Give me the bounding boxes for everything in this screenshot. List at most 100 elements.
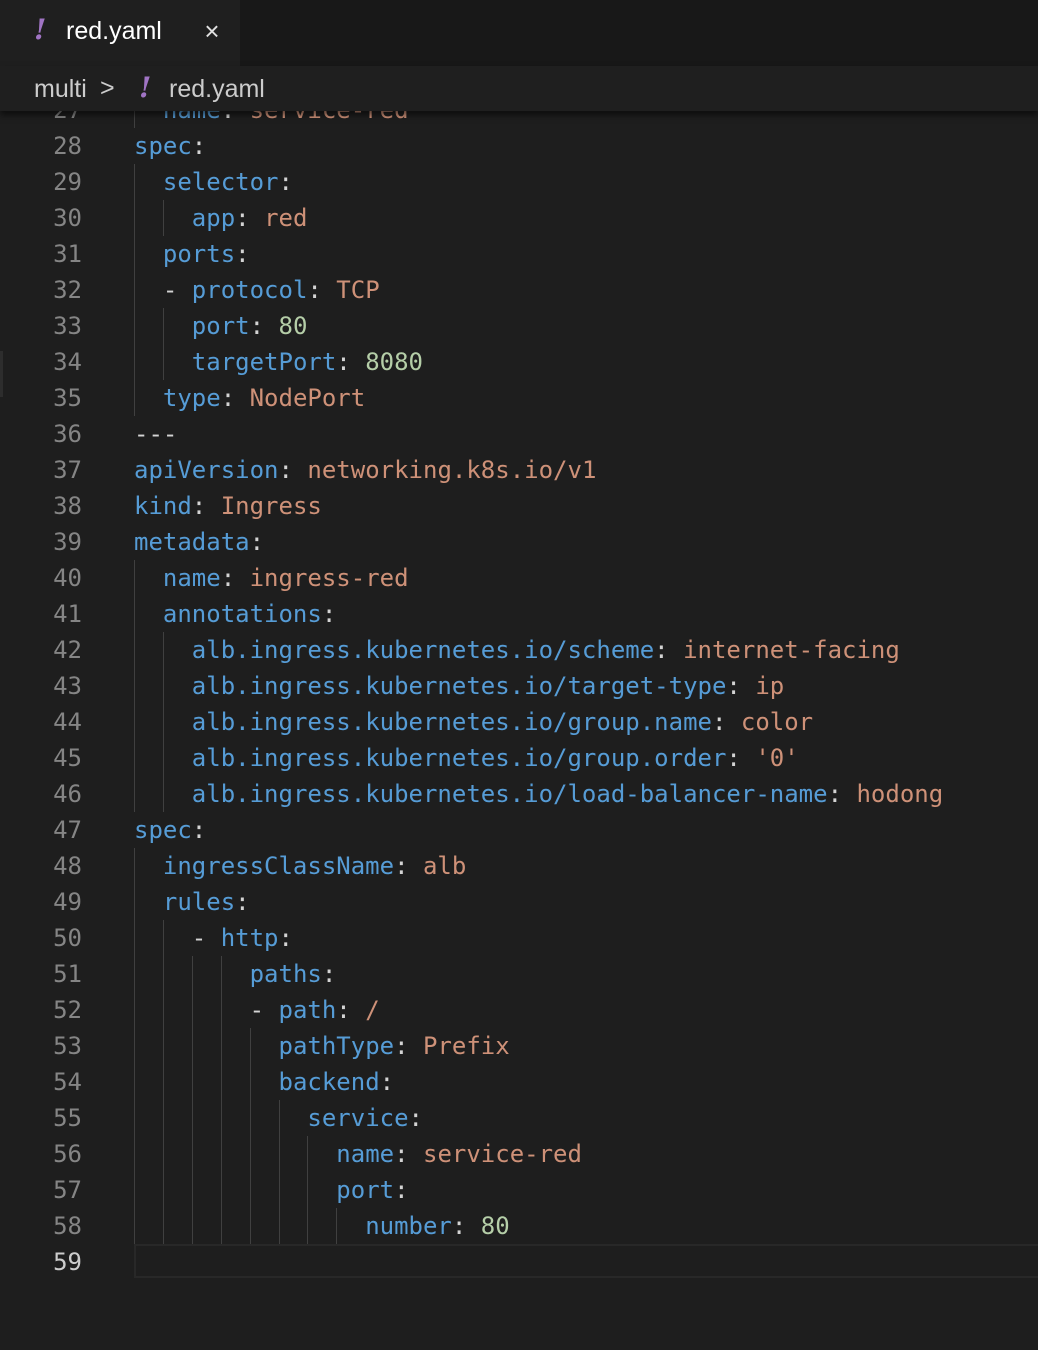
line-number: 44 [53, 708, 82, 736]
code-editor[interactable]: 27name: service-red28spec:29selector:30a… [0, 111, 1038, 1350]
code-line[interactable]: 52 - path: / [0, 992, 1038, 1028]
code-line[interactable]: 54 backend: [0, 1064, 1038, 1100]
token-key: name [336, 1140, 395, 1168]
code-line[interactable]: 42 alb.ingress.kubernetes.io/scheme: inte… [0, 632, 1038, 668]
code-line[interactable]: 40 name: ingress-red [0, 560, 1038, 596]
current-line-highlight [134, 1244, 1038, 1278]
indent-guide [134, 380, 135, 416]
line-number: 51 [53, 960, 82, 988]
yaml-file-icon: ! [34, 13, 47, 46]
indent-guide [134, 1172, 135, 1208]
indent-guide [249, 1064, 251, 1100]
line-number: 50 [53, 924, 82, 952]
breadcrumb-folder[interactable]: multi [34, 75, 87, 104]
code-line[interactable]: 51 paths: [0, 956, 1038, 992]
code-line[interactable]: 39 metadata: [0, 524, 1038, 560]
indent-guide [134, 668, 135, 704]
line-number: 27 [0, 111, 82, 128]
code-text: apiVersion: networking.k8s.io/v1 [134, 452, 596, 488]
token-punct: : [235, 888, 250, 916]
indent-guide [162, 776, 164, 812]
indent-guide [162, 956, 164, 992]
token-punct: : [278, 924, 293, 952]
code-line[interactable]: 38 kind: Ingress [0, 488, 1038, 524]
indent-guide [134, 740, 135, 776]
breadcrumb-file[interactable]: red.yaml [169, 75, 265, 104]
code-line[interactable]: 53 pathType: Prefix [0, 1028, 1038, 1064]
token-punct: : [278, 456, 308, 484]
code-line[interactable]: 31 ports: [0, 236, 1038, 272]
code-text: kind: Ingress [134, 488, 322, 524]
code-text: service: [307, 1100, 423, 1136]
indent-guide [307, 1172, 309, 1208]
code-line[interactable]: 34 targetPort: 8080 [0, 344, 1038, 380]
code-text: metadata: [134, 524, 264, 560]
code-line[interactable]: 28 spec: [0, 128, 1038, 164]
code-text: spec: [134, 128, 206, 164]
code-text: alb.ingress.kubernetes.io/scheme: intern… [192, 632, 900, 668]
code-text: app: red [192, 200, 308, 236]
code-line[interactable]: 29 selector: [0, 164, 1038, 200]
token-key: port [336, 1176, 395, 1204]
token-str: TCP [336, 276, 380, 304]
indent-guide [134, 632, 135, 668]
code-line[interactable]: 35 type: NodePort [0, 380, 1038, 416]
line-number: 58 [53, 1212, 82, 1240]
indent-guide [134, 164, 135, 200]
line-number: 59 [53, 1248, 82, 1276]
code-line[interactable]: 37 apiVersion: networking.k8s.io/v1 [0, 452, 1038, 488]
code-line[interactable]: 44 alb.ingress.kubernetes.io/group.name: … [0, 704, 1038, 740]
code-line[interactable]: 49 rules: [0, 884, 1038, 920]
code-line[interactable]: 30 app: red [0, 200, 1038, 236]
indent-guide [134, 200, 135, 236]
indent-guide [191, 1136, 193, 1172]
tab-red-yaml[interactable]: ! red.yaml × [0, 0, 240, 66]
code-line[interactable]: 45 alb.ingress.kubernetes.io/group.order:… [0, 740, 1038, 776]
code-text: - protocol: TCP [163, 272, 380, 308]
indent-guide [162, 1028, 164, 1064]
line-number: 47 [53, 816, 82, 844]
line-number: 34 [53, 348, 82, 376]
indent-guide [220, 1100, 222, 1136]
code-line[interactable]: 47 spec: [0, 812, 1038, 848]
tab-label: red.yaml [66, 17, 162, 45]
code-line[interactable]: 55 service: [0, 1100, 1038, 1136]
code-line[interactable]: 43 alb.ingress.kubernetes.io/target-type:… [0, 668, 1038, 704]
code-text: backend: [279, 1064, 395, 1100]
token-num: 8080 [365, 348, 423, 376]
indent-guide [191, 956, 193, 992]
token-key: pathType [278, 1032, 395, 1060]
close-icon[interactable]: × [198, 16, 226, 46]
token-punct: : [726, 672, 756, 700]
code-line[interactable]: 50 - http: [0, 920, 1038, 956]
line-number: 28 [53, 132, 82, 160]
token-punct: : [191, 492, 221, 520]
token-punct: : [394, 1140, 423, 1168]
indent-guide [162, 992, 164, 1028]
token-str: internet-facing [683, 636, 900, 664]
code-line[interactable]: 33 port: 80 [0, 308, 1038, 344]
token-str: service-red [250, 111, 409, 124]
token-str: ip [755, 672, 785, 700]
indent-guide [249, 1028, 251, 1064]
code-line[interactable]: 59 [0, 1244, 1038, 1280]
token-key: paths [249, 960, 322, 988]
code-line[interactable]: 32 - protocol: TCP [0, 272, 1038, 308]
code-line[interactable]: 46 alb.ingress.kubernetes.io/load-balance… [0, 776, 1038, 812]
token-key: rules [162, 888, 236, 916]
code-line[interactable]: 56 name: service-red [0, 1136, 1038, 1172]
line-number: 53 [53, 1032, 82, 1060]
indent-guide [220, 956, 222, 992]
code-line[interactable]: 36 --- [0, 416, 1038, 452]
indent-guide [162, 200, 164, 236]
indent-guide [249, 1100, 251, 1136]
code-line[interactable]: 27 name: service-red [0, 111, 1038, 128]
code-line[interactable]: 58 number: 80 [0, 1208, 1038, 1244]
indent-guide [220, 1172, 222, 1208]
indent-guide [134, 308, 135, 344]
code-line[interactable]: 41 annotations: [0, 596, 1038, 632]
code-line[interactable]: 48 ingressClassName: alb [0, 848, 1038, 884]
token-key: spec [134, 816, 192, 844]
code-line[interactable]: 57 port: [0, 1172, 1038, 1208]
token-punct: : [220, 564, 250, 592]
